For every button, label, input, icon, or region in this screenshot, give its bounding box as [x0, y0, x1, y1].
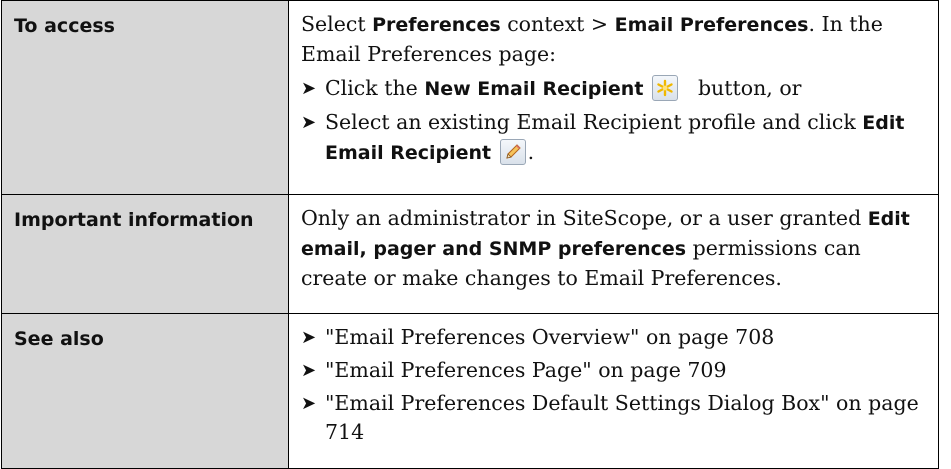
email-preferences-term: Email Preferences — [614, 14, 809, 36]
bullet-item: ➤ Select an existing Email Recipient pro… — [301, 110, 905, 165]
to-access-intro: Select Preferences context > Email Prefe… — [301, 12, 883, 66]
preferences-context-term: Preferences — [372, 14, 501, 36]
new-email-recipient-term: New Email Recipient — [424, 78, 644, 100]
bullet-arrow-icon: ➤ — [301, 327, 317, 348]
bullet-arrow-icon: ➤ — [301, 393, 317, 414]
bullet-arrow-icon: ➤ — [301, 78, 317, 99]
see-also-link[interactable]: ➤ "Email Preferences Overview" on page 7… — [301, 323, 926, 352]
new-recipient-star-icon — [651, 75, 678, 101]
important-information-content: Only an administrator in SiteScope, or a… — [288, 194, 939, 314]
see-also-content: ➤ "Email Preferences Overview" on page 7… — [288, 313, 939, 469]
see-also-link[interactable]: ➤ "Email Preferences Page" on page 709 — [301, 356, 926, 385]
bullet-arrow-icon: ➤ — [301, 112, 317, 133]
see-also-link[interactable]: ➤ "Email Preferences Default Settings Di… — [301, 389, 926, 447]
info-table: To access Select Preferences context > E… — [1, 0, 939, 469]
bullet-item: ➤ Click the New Email Recipient button, … — [301, 74, 926, 104]
bullet-arrow-icon: ➤ — [301, 360, 317, 381]
important-information-label: Important information — [1, 194, 289, 314]
to-access-label: To access — [1, 0, 289, 195]
see-also-row: See also ➤ "Email Preferences Overview" … — [1, 313, 939, 469]
important-information-row: Important information Only an administra… — [1, 194, 939, 314]
edit-pencil-icon — [499, 139, 526, 165]
to-access-row: To access Select Preferences context > E… — [1, 0, 939, 195]
see-also-label: See also — [1, 313, 289, 469]
to-access-content: Select Preferences context > Email Prefe… — [288, 0, 939, 195]
